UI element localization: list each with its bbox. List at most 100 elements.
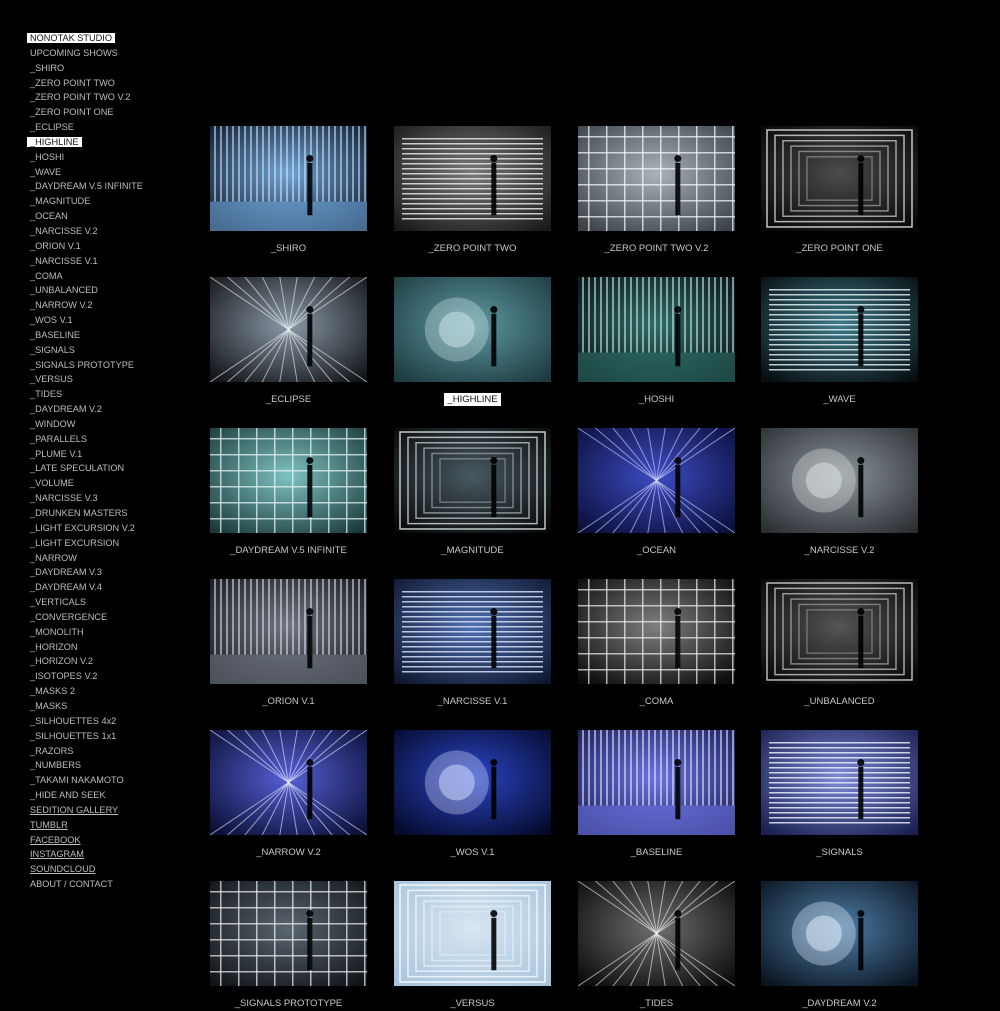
daydream-v5-infinite-thumbnail[interactable] [210, 428, 367, 533]
project-card-daydream-v-5-infinite[interactable]: _DAYDREAM V.5 INFINITE [210, 428, 367, 558]
sidebar-item-volume[interactable]: _VOLUME [27, 476, 187, 491]
sidebar-item-upcoming-shows[interactable]: UPCOMING SHOWS [27, 46, 187, 61]
project-card-daydream-v-2[interactable]: _DAYDREAM V.2 [761, 881, 918, 1011]
project-card-signals[interactable]: _SIGNALS [761, 730, 918, 860]
wos-v1-thumbnail[interactable] [394, 730, 551, 835]
project-caption[interactable]: _NARCISSE V.1 [394, 695, 551, 709]
sidebar-item-tides[interactable]: _TIDES [27, 387, 187, 402]
project-card-coma[interactable]: _COMA [578, 579, 735, 709]
project-caption[interactable]: _HOSHI [578, 393, 735, 407]
sidebar-item-drunken-masters[interactable]: _DRUNKEN MASTERS [27, 506, 187, 521]
zero-point-one-thumbnail[interactable] [761, 126, 918, 231]
project-caption[interactable]: _ORION V.1 [210, 695, 367, 709]
project-caption[interactable]: _DAYDREAM V.2 [761, 997, 918, 1011]
sidebar-item-facebook[interactable]: FACEBOOK [27, 833, 187, 848]
project-caption[interactable]: _TIDES [578, 997, 735, 1011]
project-card-unbalanced[interactable]: _UNBALANCED [761, 579, 918, 709]
sidebar-item-razors[interactable]: _RAZORS [27, 744, 187, 759]
coma-thumbnail[interactable] [578, 579, 735, 684]
sidebar-item-orion-v-1[interactable]: _ORION V.1 [27, 239, 187, 254]
sidebar-item-daydream-v-4[interactable]: _DAYDREAM V.4 [27, 580, 187, 595]
project-card-highline[interactable]: _HIGHLINE [394, 277, 551, 407]
daydream-v2-thumbnail[interactable] [761, 881, 918, 986]
project-card-zero-point-two[interactable]: _ZERO POINT TWO [394, 126, 551, 256]
project-caption[interactable]: _VERSUS [394, 997, 551, 1011]
sidebar-item-narcisse-v-1[interactable]: _NARCISSE V.1 [27, 254, 187, 269]
sidebar-item-parallels[interactable]: _PARALLELS [27, 432, 187, 447]
sidebar-item-zero-point-one[interactable]: _ZERO POINT ONE [27, 105, 187, 120]
sidebar-item-narrow[interactable]: _NARROW [27, 551, 187, 566]
project-caption[interactable]: _WAVE [761, 393, 918, 407]
wave-thumbnail[interactable] [761, 277, 918, 382]
baseline-thumbnail[interactable] [578, 730, 735, 835]
sidebar-item-unbalanced[interactable]: _UNBALANCED [27, 283, 187, 298]
project-card-tides[interactable]: _TIDES [578, 881, 735, 1011]
sidebar-item-nonotak-studio[interactable]: NONOTAK STUDIO [27, 31, 187, 46]
project-caption[interactable]: _ZERO POINT TWO [394, 242, 551, 256]
tides-thumbnail[interactable] [578, 881, 735, 986]
sidebar-item-daydream-v-5-infinite[interactable]: _DAYDREAM V.5 INFINITE [27, 179, 187, 194]
sidebar-item-wave[interactable]: _WAVE [27, 165, 187, 180]
sidebar-item-about-contact[interactable]: ABOUT / CONTACT [27, 877, 187, 892]
versus-thumbnail[interactable] [394, 881, 551, 986]
sidebar-item-baseline[interactable]: _BASELINE [27, 328, 187, 343]
eclipse-thumbnail[interactable] [210, 277, 367, 382]
sidebar-item-signals[interactable]: _SIGNALS [27, 343, 187, 358]
sidebar-item-magnitude[interactable]: _MAGNITUDE [27, 194, 187, 209]
narrow-v2-thumbnail[interactable] [210, 730, 367, 835]
sidebar-item-narcisse-v-3[interactable]: _NARCISSE V.3 [27, 491, 187, 506]
hoshi-thumbnail[interactable] [578, 277, 735, 382]
sidebar-item-silhouettes-1x1[interactable]: _SILHOUETTES 1x1 [27, 729, 187, 744]
sidebar-item-narcisse-v-2[interactable]: _NARCISSE V.2 [27, 224, 187, 239]
project-card-ocean[interactable]: _OCEAN [578, 428, 735, 558]
project-caption[interactable]: _WOS V.1 [394, 846, 551, 860]
signals-thumbnail[interactable] [761, 730, 918, 835]
project-card-orion-v-1[interactable]: _ORION V.1 [210, 579, 367, 709]
sidebar-item-instagram[interactable]: INSTAGRAM [27, 847, 187, 862]
project-caption[interactable]: _BASELINE [578, 846, 735, 860]
sidebar-item-convergence[interactable]: _CONVERGENCE [27, 610, 187, 625]
sidebar-item-masks[interactable]: _MASKS [27, 699, 187, 714]
project-card-hoshi[interactable]: _HOSHI [578, 277, 735, 407]
project-card-zero-point-one[interactable]: _ZERO POINT ONE [761, 126, 918, 256]
sidebar-item-daydream-v-2[interactable]: _DAYDREAM V.2 [27, 402, 187, 417]
project-card-eclipse[interactable]: _ECLIPSE [210, 277, 367, 407]
sidebar-item-numbers[interactable]: _NUMBERS [27, 758, 187, 773]
project-card-wos-v-1[interactable]: _WOS V.1 [394, 730, 551, 860]
sidebar-item-sedition-gallery[interactable]: SEDITION GALLERY [27, 803, 187, 818]
sidebar-item-wos-v-1[interactable]: _WOS V.1 [27, 313, 187, 328]
sidebar-item-ocean[interactable]: _OCEAN [27, 209, 187, 224]
orion-v1-thumbnail[interactable] [210, 579, 367, 684]
project-card-narcisse-v-2[interactable]: _NARCISSE V.2 [761, 428, 918, 558]
project-card-wave[interactable]: _WAVE [761, 277, 918, 407]
sidebar-item-horizon[interactable]: _HORIZON [27, 640, 187, 655]
project-caption[interactable]: _NARCISSE V.2 [761, 544, 918, 558]
project-caption[interactable]: _SIGNALS [761, 846, 918, 860]
signals-prototype-thumbnail[interactable] [210, 881, 367, 986]
sidebar-item-masks-2[interactable]: _MASKS 2 [27, 684, 187, 699]
sidebar-item-monolith[interactable]: _MONOLITH [27, 625, 187, 640]
project-caption[interactable]: _HIGHLINE [394, 393, 551, 407]
project-caption[interactable]: _SIGNALS PROTOTYPE [210, 997, 367, 1011]
project-caption[interactable]: _DAYDREAM V.5 INFINITE [210, 544, 367, 558]
sidebar-item-versus[interactable]: _VERSUS [27, 372, 187, 387]
project-card-versus[interactable]: _VERSUS [394, 881, 551, 1011]
sidebar-item-horizon-v-2[interactable]: _HORIZON V.2 [27, 654, 187, 669]
ocean-thumbnail[interactable] [578, 428, 735, 533]
sidebar-item-hide-and-seek[interactable]: _HIDE AND SEEK [27, 788, 187, 803]
sidebar-item-light-excursion-v-2[interactable]: _LIGHT EXCURSION V.2 [27, 521, 187, 536]
narcisse-v1-thumbnail[interactable] [394, 579, 551, 684]
project-card-narcisse-v-1[interactable]: _NARCISSE V.1 [394, 579, 551, 709]
sidebar-item-silhouettes-4x2[interactable]: _SILHOUETTES 4x2 [27, 714, 187, 729]
sidebar-item-isotopes-v-2[interactable]: _ISOTOPES V.2 [27, 669, 187, 684]
project-card-magnitude[interactable]: _MAGNITUDE [394, 428, 551, 558]
sidebar-item-shiro[interactable]: _SHIRO [27, 61, 187, 76]
sidebar-item-zero-point-two-v-2[interactable]: _ZERO POINT TWO V.2 [27, 90, 187, 105]
sidebar-item-zero-point-two[interactable]: _ZERO POINT TWO [27, 76, 187, 91]
project-caption[interactable]: _OCEAN [578, 544, 735, 558]
project-caption[interactable]: _UNBALANCED [761, 695, 918, 709]
sidebar-item-light-excursion[interactable]: _LIGHT EXCURSION [27, 536, 187, 551]
project-caption[interactable]: _SHIRO [210, 242, 367, 256]
unbalanced-thumbnail[interactable] [761, 579, 918, 684]
sidebar-item-hoshi[interactable]: _HOSHI [27, 150, 187, 165]
